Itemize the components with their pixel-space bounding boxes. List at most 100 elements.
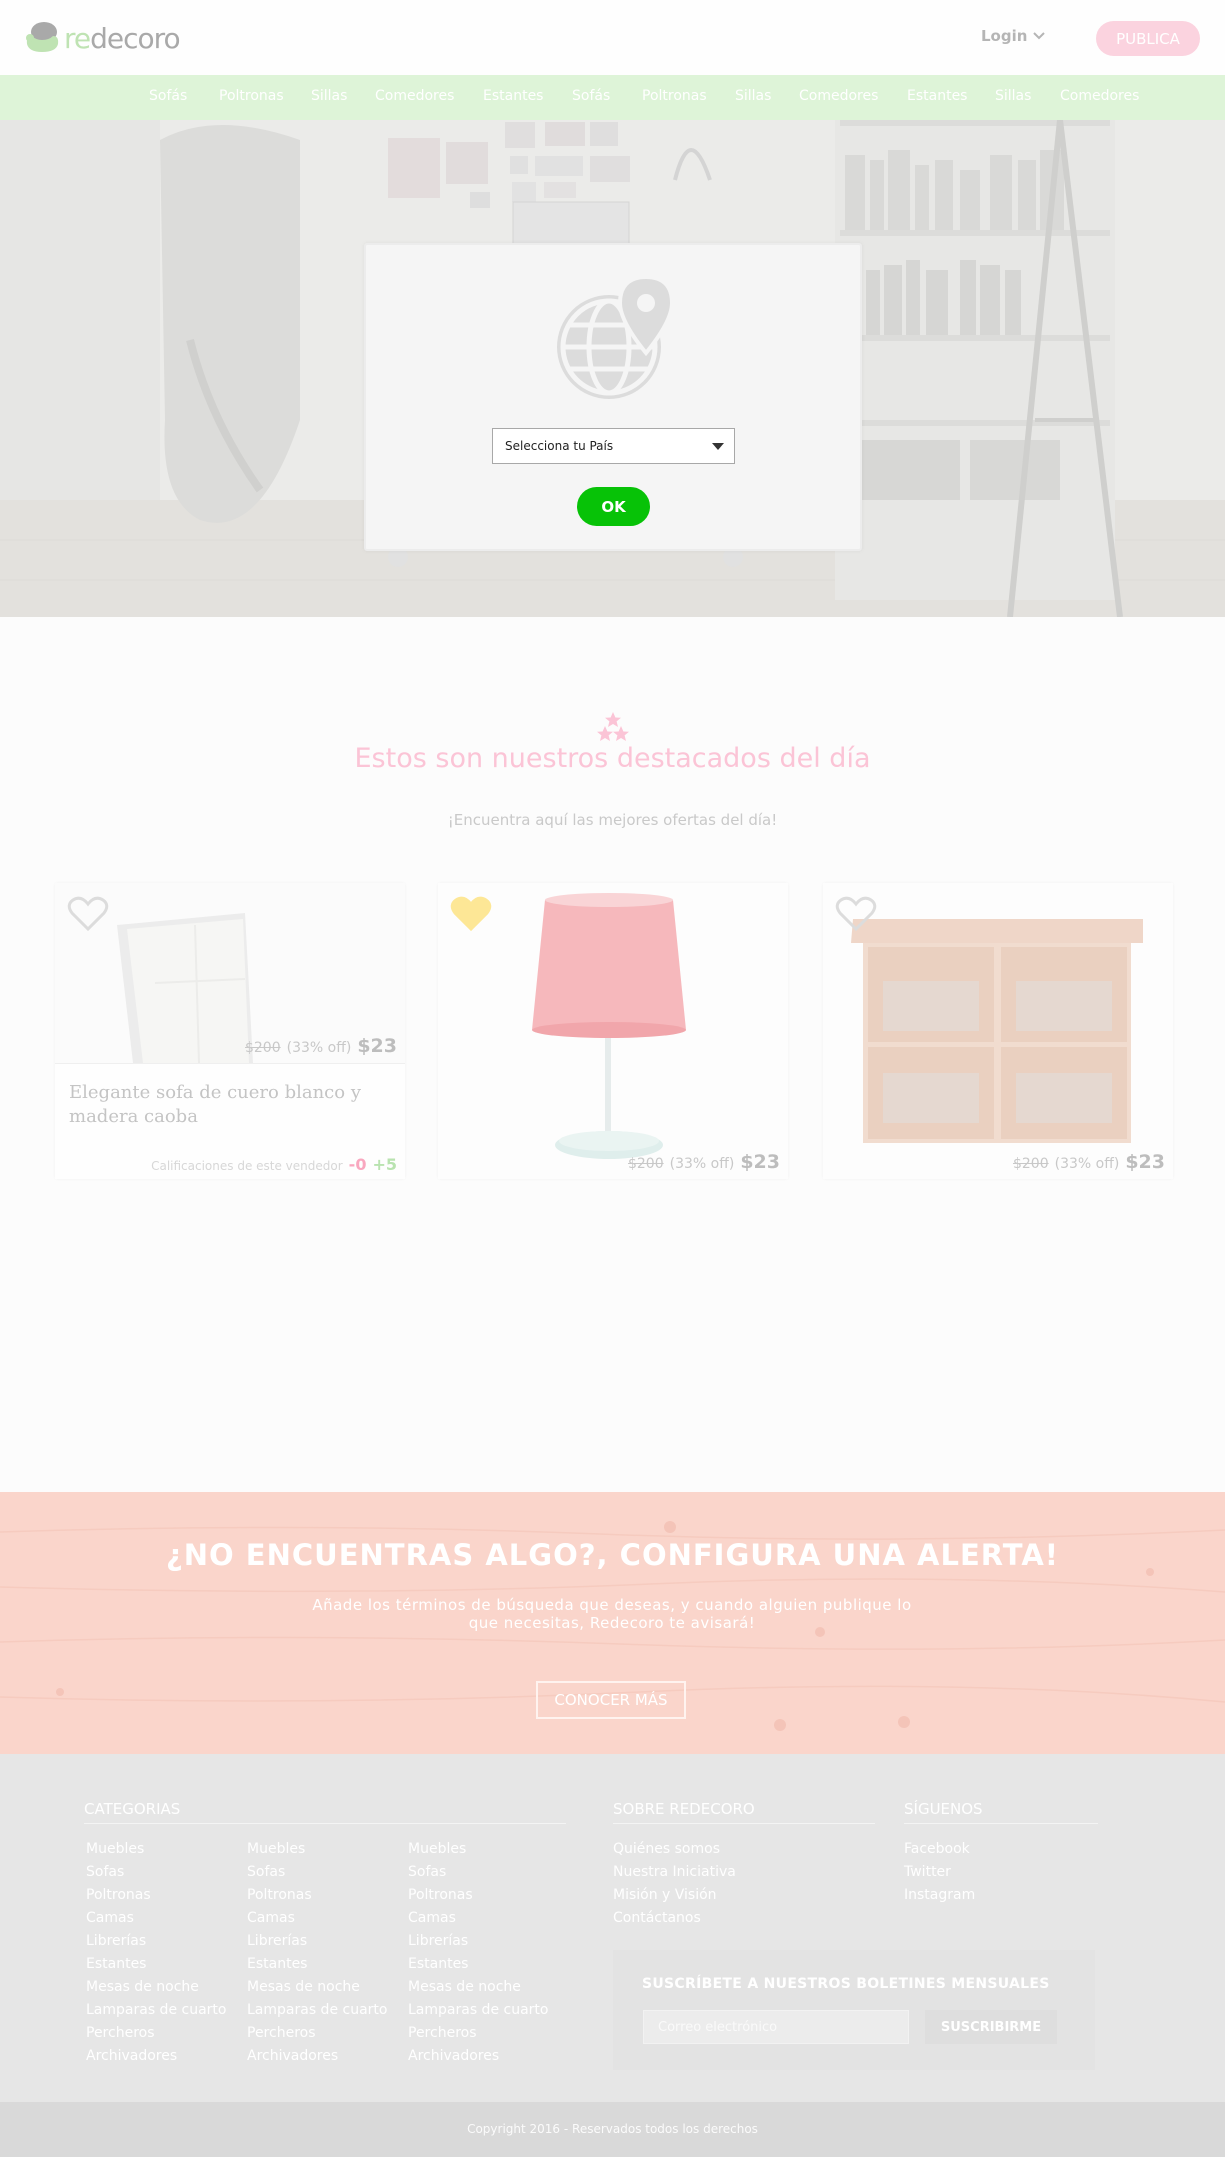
logo[interactable]: redecoro (22, 16, 181, 60)
footer-category-link[interactable]: Sofas (247, 1861, 387, 1884)
footer-category-link[interactable]: Archivadores (247, 2045, 387, 2068)
product-title[interactable]: Elegante sofa de cuero blanco y madera c… (69, 1081, 389, 1129)
footer-about-link[interactable]: Quiénes somos (613, 1838, 736, 1861)
nav-item[interactable]: Comedores (375, 88, 454, 104)
current-price: $23 (357, 1035, 397, 1057)
country-select[interactable]: Selecciona tu País (492, 428, 735, 464)
footer-category-link[interactable]: Estantes (408, 1953, 548, 1976)
footer-category-link[interactable]: Lamparas de cuarto (247, 1999, 387, 2022)
categories-heading: CATEGORIAS (84, 1800, 566, 1824)
footer-category-link[interactable]: Percheros (86, 2022, 226, 2045)
nav-item[interactable]: Sillas (311, 88, 347, 104)
footer-category-link[interactable]: Librerías (86, 1930, 226, 1953)
current-price: $23 (740, 1151, 780, 1173)
discount: (33% off) (669, 1156, 735, 1172)
ratings-label: Calificaciones de este vendedor (151, 1159, 343, 1173)
newsletter-box: SUSCRÍBETE A NUESTROS BOLETINES MENSUALE… (613, 1950, 1095, 2070)
follow-heading: SÍGUENOS (904, 1800, 1098, 1824)
footer-category-link[interactable]: Camas (408, 1907, 548, 1930)
footer-category-link[interactable]: Mesas de noche (86, 1976, 226, 1999)
heart-outline-icon[interactable] (67, 896, 109, 932)
footer-category-link[interactable]: Librerías (247, 1930, 387, 1953)
price-box: $200 (33% off) $23 (1013, 1151, 1165, 1173)
nav-item[interactable]: Estantes (907, 88, 967, 104)
nav-item[interactable]: Estantes (483, 88, 543, 104)
negative-ratings: -0 (348, 1155, 367, 1174)
old-price: $200 (244, 1040, 281, 1056)
nav-item[interactable]: Poltronas (642, 88, 707, 104)
nav-item[interactable]: Comedores (1060, 88, 1139, 104)
footer-category-link[interactable]: Archivadores (86, 2045, 226, 2068)
nav-item[interactable]: Sillas (735, 88, 771, 104)
nav-item[interactable]: Sofás (572, 88, 610, 104)
footer-category-link[interactable]: Librerías (408, 1930, 548, 1953)
footer-category-link[interactable]: Poltronas (86, 1884, 226, 1907)
login-label: Login (981, 27, 1028, 45)
copyright-bar: Copyright 2016 - Reservados todos los de… (0, 2102, 1225, 2157)
footer-category-link[interactable]: Percheros (247, 2022, 387, 2045)
footer-category-link[interactable]: Archivadores (408, 2045, 548, 2068)
facebook-link[interactable]: Facebook (904, 1838, 975, 1861)
footer-category-link[interactable]: Poltronas (247, 1884, 387, 1907)
footer-category-link[interactable]: Estantes (247, 1953, 387, 1976)
categories-column-3: Muebles Sofas Poltronas Camas Librerías … (408, 1838, 548, 2068)
footer-category-link[interactable]: Muebles (408, 1838, 548, 1861)
twitter-link[interactable]: Twitter (904, 1861, 975, 1884)
discount: (33% off) (286, 1040, 352, 1056)
categories-column-2: Muebles Sofas Poltronas Camas Librerías … (247, 1838, 387, 2068)
nav-item[interactable]: Poltronas (219, 88, 284, 104)
newsletter-title: SUSCRÍBETE A NUESTROS BOLETINES MENSUALE… (642, 1976, 1050, 1992)
nav-item[interactable]: Sofás (149, 88, 187, 104)
footer-about-link[interactable]: Misión y Visión (613, 1884, 736, 1907)
footer-category-link[interactable]: Lamparas de cuarto (408, 1999, 548, 2022)
learn-more-button[interactable]: CONOCER MÁS (536, 1681, 686, 1719)
footer-category-link[interactable]: Sofas (408, 1861, 548, 1884)
footer-category-link[interactable]: Camas (247, 1907, 387, 1930)
country-select-value: Selecciona tu País (505, 439, 614, 453)
footer-category-link[interactable]: Muebles (247, 1838, 387, 1861)
site-header: redecoro Login PUBLICA (0, 0, 1225, 75)
social-links: Facebook Twitter Instagram (904, 1838, 975, 1907)
alert-title: ¿NO ENCUENTRAS ALGO?, CONFIGURA UNA ALER… (165, 1538, 1060, 1572)
footer-category-link[interactable]: Mesas de noche (247, 1976, 387, 1999)
logo-re: re (64, 21, 91, 55)
product-card[interactable]: $200 (33% off) $23 (438, 883, 788, 1179)
alert-description: Añade los términos de búsqueda que desea… (312, 1596, 912, 1632)
footer-category-link[interactable]: Camas (86, 1907, 226, 1930)
footer-category-link[interactable]: Sofas (86, 1861, 226, 1884)
heart-filled-icon[interactable] (450, 896, 492, 932)
alert-section: ¿NO ENCUENTRAS ALGO?, CONFIGURA UNA ALER… (0, 1492, 1225, 1754)
footer-category-link[interactable]: Poltronas (408, 1884, 548, 1907)
current-price: $23 (1125, 1151, 1165, 1173)
product-card[interactable]: $200 (33% off) $23 (823, 883, 1173, 1179)
heart-outline-icon[interactable] (835, 896, 877, 932)
footer-category-link[interactable]: Percheros (408, 2022, 548, 2045)
footer-category-link[interactable]: Muebles (86, 1838, 226, 1861)
price-box: $200 (33% off) $23 (245, 1035, 397, 1057)
newsletter-email-input[interactable] (643, 2010, 909, 2044)
footer-category-link[interactable]: Estantes (86, 1953, 226, 1976)
publish-button[interactable]: PUBLICA (1096, 21, 1200, 56)
subscribe-button[interactable]: SUSCRIBIRME (925, 2010, 1057, 2044)
logo-wordmark: redecoro (64, 21, 181, 55)
positive-ratings: +5 (372, 1155, 397, 1174)
footer-about-link[interactable]: Nuestra Iniciativa (613, 1861, 736, 1884)
site-footer: CATEGORIAS Muebles Sofas Poltronas Camas… (0, 1754, 1225, 2102)
footer-category-link[interactable]: Mesas de noche (408, 1976, 548, 1999)
about-heading: SOBRE REDECORO (613, 1800, 875, 1824)
discount: (33% off) (1054, 1156, 1120, 1172)
country-modal: Selecciona tu País OK (364, 243, 862, 551)
featured-title: Estos son nuestros destacados del día (354, 743, 871, 774)
sofa-logo-icon (26, 22, 59, 52)
footer-about-link[interactable]: Contáctanos (613, 1907, 736, 1930)
price-box: $200 (33% off) $23 (628, 1151, 780, 1173)
stars-icon (597, 712, 629, 741)
footer-category-link[interactable]: Lamparas de cuarto (86, 1999, 226, 2022)
login-dropdown[interactable]: Login (981, 27, 1046, 45)
product-card[interactable]: $200 (33% off) $23 Elegante sofa de cuer… (55, 883, 405, 1179)
instagram-link[interactable]: Instagram (904, 1884, 975, 1907)
nav-item[interactable]: Comedores (799, 88, 878, 104)
featured-subtitle: ¡Encuentra aquí las mejores ofertas del … (447, 811, 778, 829)
ok-button[interactable]: OK (577, 487, 650, 526)
nav-item[interactable]: Sillas (995, 88, 1031, 104)
